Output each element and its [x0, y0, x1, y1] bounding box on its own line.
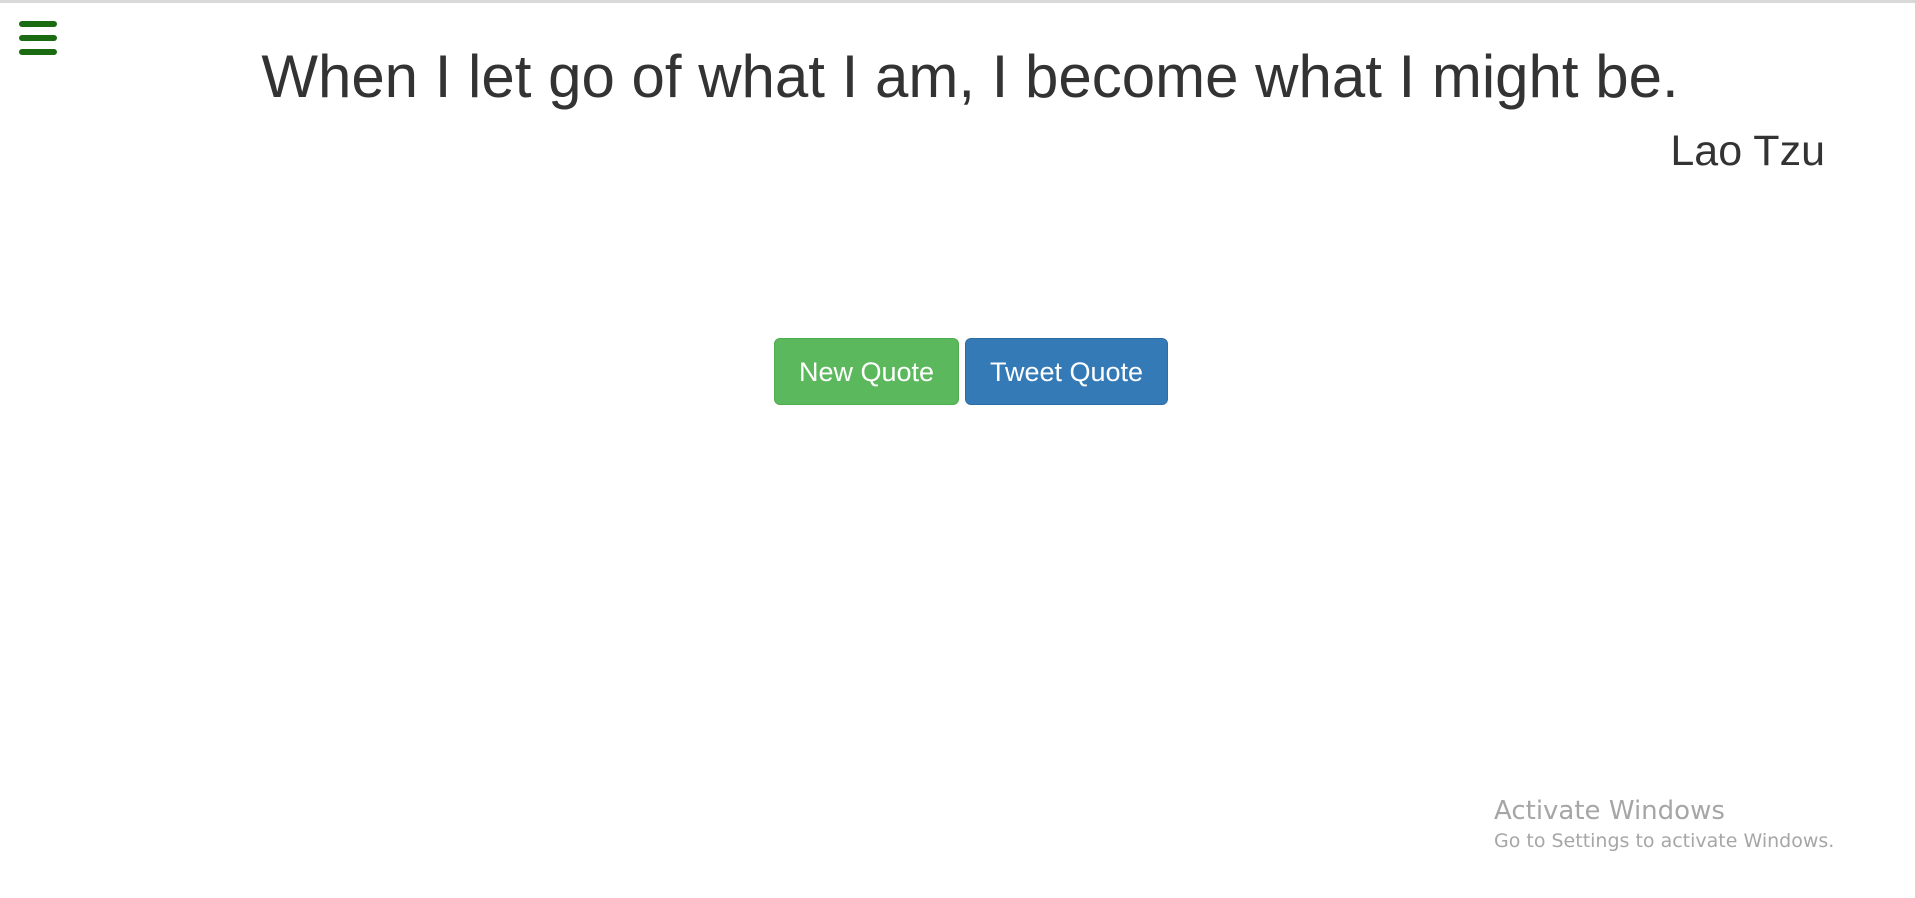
activate-windows-watermark: Activate Windows Go to Settings to activ… [1494, 794, 1834, 854]
watermark-subtitle: Go to Settings to activate Windows. [1494, 830, 1835, 852]
menu-bar-middle [19, 35, 57, 41]
quote-author: Lao Tzu [1670, 127, 1825, 175]
new-quote-button[interactable]: New Quote [774, 338, 959, 405]
quote-text: When I let go of what I am, I become wha… [261, 43, 1679, 110]
top-border [0, 0, 1915, 3]
watermark-title: Activate Windows [1494, 796, 1725, 826]
menu-bar-top [19, 21, 57, 27]
tweet-quote-button[interactable]: Tweet Quote [965, 338, 1168, 405]
